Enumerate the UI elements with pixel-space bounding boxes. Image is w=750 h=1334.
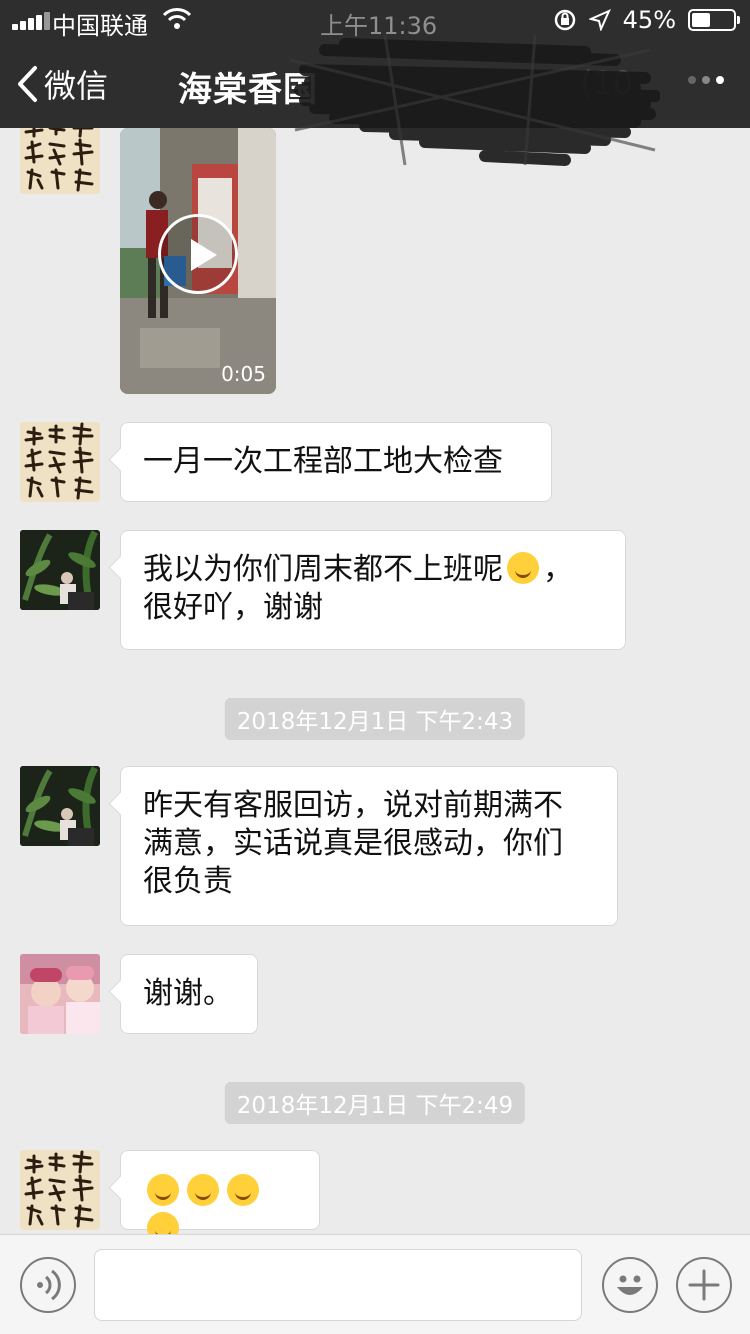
- timestamp-row: 2018年12月1日 下午2:49: [0, 1082, 750, 1124]
- message-text-line: 很好吖，谢谢: [143, 590, 323, 625]
- smiling-face-emoji-icon: [147, 1212, 179, 1234]
- battery-percent: 45%: [622, 6, 676, 34]
- timestamp: 2018年12月1日 下午2:49: [224, 1082, 526, 1124]
- emoji-button[interactable]: [602, 1257, 658, 1313]
- message-bubble[interactable]: 谢谢。: [120, 954, 258, 1034]
- video-thumbnail[interactable]: 0:05: [120, 128, 276, 394]
- message-punctuation: ，: [543, 552, 573, 587]
- message-text-line: 昨天有客服回访，说对前期满不: [143, 788, 563, 823]
- message-row: 谢谢。: [0, 954, 750, 1034]
- back-button[interactable]: 微信: [16, 60, 108, 108]
- message-row: [0, 1150, 750, 1234]
- voice-icon: [37, 1269, 61, 1301]
- message-input[interactable]: [94, 1249, 582, 1321]
- message-video: 0:05: [0, 128, 750, 394]
- wifi-icon: [162, 8, 192, 29]
- clock: 上午11:36: [320, 12, 438, 40]
- message-text: 谢谢。: [143, 976, 233, 1011]
- avatar[interactable]: [20, 766, 100, 846]
- wechat-chat-screen: 中国联通 上午11:36 45% 微信 海棠香国 (10 0:05 一月一次工程…: [0, 0, 750, 1334]
- message-text: 我以为你们周末都不上班呢: [143, 552, 503, 587]
- back-label: 微信: [44, 67, 109, 105]
- avatar[interactable]: [20, 1150, 100, 1230]
- message-row: 我以为你们周末都不上班呢 ， 很好吖，谢谢: [0, 530, 750, 650]
- message-text-line: 我以为你们周末都不上班呢 ，: [143, 551, 603, 589]
- battery-fill: [692, 13, 710, 27]
- voice-input-button[interactable]: [20, 1257, 76, 1313]
- calligraphy-avatar-image: [20, 128, 100, 194]
- input-bar: [0, 1234, 750, 1334]
- location-arrow-icon: [588, 9, 611, 31]
- avatar[interactable]: [20, 530, 100, 610]
- grinning-face-emoji-icon: [507, 552, 539, 584]
- message-bubble[interactable]: 昨天有客服回访，说对前期满不 满意，实话说真是很感动，你们 很负责: [120, 766, 618, 926]
- babies-avatar-image: [20, 954, 100, 1034]
- message-text-line: 很负责: [143, 864, 233, 899]
- avatar[interactable]: [20, 128, 100, 194]
- message-text-line: 满意，实话说真是很感动，你们: [143, 826, 563, 861]
- more-actions-button[interactable]: [676, 1257, 732, 1313]
- timestamp: 2018年12月1日 下午2:43: [224, 698, 526, 740]
- message-bubble[interactable]: [120, 1150, 320, 1234]
- smiling-face-emoji-icon: [187, 1174, 219, 1206]
- message-list[interactable]: 0:05 一月一次工程部工地大检查 我以为你们周末都不上班呢 ， 很好吖，谢谢 …: [0, 128, 750, 1234]
- member-count: (10: [580, 64, 634, 102]
- calligraphy-avatar-image: [20, 422, 100, 502]
- avatar[interactable]: [20, 954, 100, 1034]
- timestamp-row: 2018年12月1日 下午2:43: [0, 698, 750, 740]
- plant-avatar-image: [20, 766, 100, 846]
- smiling-face-emoji-icon: [147, 1174, 179, 1206]
- status-bar: 中国联通 上午11:36 45%: [0, 0, 750, 40]
- message-bubble[interactable]: 一月一次工程部工地大检查: [120, 422, 552, 502]
- battery-icon: [688, 9, 740, 31]
- nav-bar: 微信 海棠香国 (10: [0, 40, 750, 128]
- chat-title: 海棠香国: [178, 70, 318, 110]
- chevron-left-icon: [18, 66, 37, 102]
- avatar[interactable]: [20, 422, 100, 502]
- message-row: 一月一次工程部工地大检查: [0, 422, 750, 502]
- message-row: 昨天有客服回访，说对前期满不 满意，实话说真是很感动，你们 很负责: [0, 766, 750, 926]
- rotation-lock-icon: [554, 9, 575, 31]
- carrier-name: 中国联通: [52, 12, 148, 40]
- plant-avatar-image: [20, 530, 100, 610]
- smiling-face-emoji-icon: [227, 1174, 259, 1206]
- calligraphy-avatar-image: [20, 1150, 100, 1230]
- message-bubble[interactable]: 我以为你们周末都不上班呢 ， 很好吖，谢谢: [120, 530, 626, 650]
- message-text: 一月一次工程部工地大检查: [143, 444, 503, 479]
- signal-strength-icon: [12, 12, 50, 30]
- plus-icon: [688, 1269, 720, 1301]
- top-bar: 中国联通 上午11:36 45% 微信 海棠香国 (10: [0, 0, 750, 128]
- status-right: 45%: [553, 6, 740, 34]
- more-options-button[interactable]: [688, 76, 724, 84]
- smiley-icon: [617, 1275, 643, 1295]
- video-duration: 0:05: [221, 362, 266, 386]
- play-button-icon[interactable]: [158, 214, 238, 294]
